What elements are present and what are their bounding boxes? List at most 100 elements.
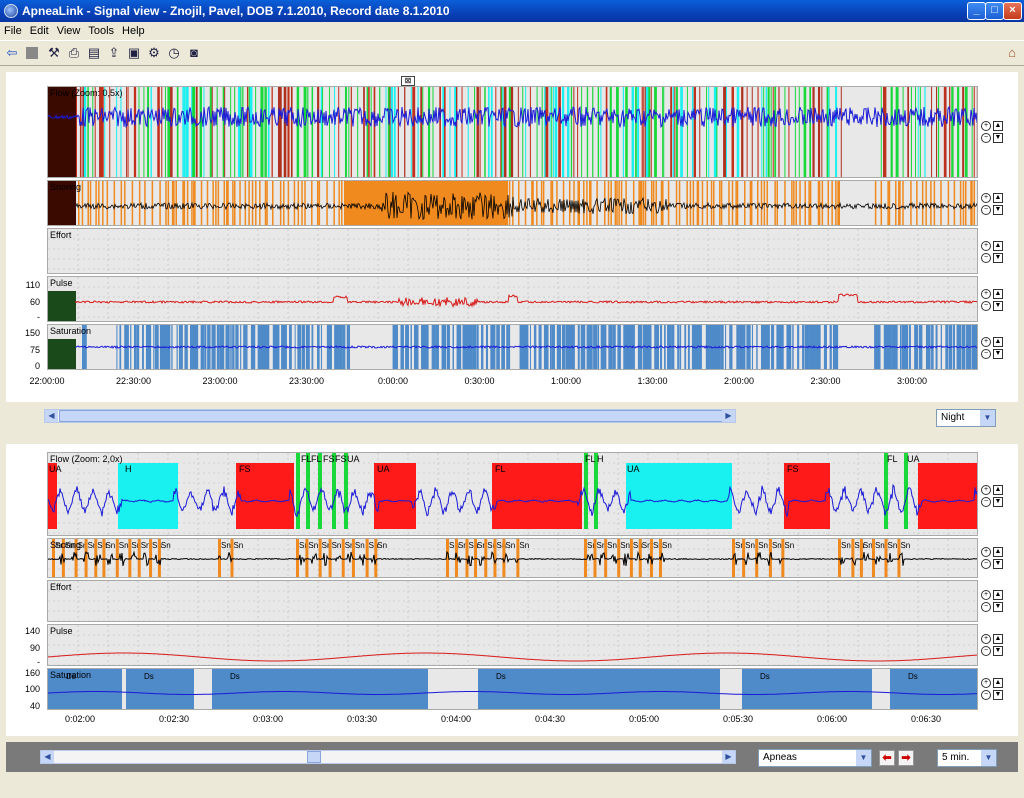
menu-edit[interactable]: Edit <box>30 25 49 37</box>
move-up-icon[interactable]: ▲ <box>993 193 1003 203</box>
event-marker <box>553 87 555 177</box>
menu-file[interactable]: File <box>4 25 22 37</box>
move-up-icon[interactable]: ▲ <box>993 485 1003 495</box>
zoom-in-icon[interactable]: + <box>981 485 991 495</box>
export-icon[interactable]: ⇪ <box>106 45 122 61</box>
move-down-icon[interactable]: ▼ <box>993 253 1003 263</box>
detail-saturation-track[interactable]: Saturation Ds Ds Ds Ds Ds Ds <box>47 668 978 710</box>
zoom-out-icon[interactable]: − <box>981 559 991 569</box>
event-marker <box>287 87 290 177</box>
move-down-icon[interactable]: ▼ <box>993 301 1003 311</box>
scroll-right-icon[interactable]: ▶ <box>722 751 735 763</box>
close-button[interactable]: × <box>1003 2 1022 20</box>
overview-snoring-track[interactable]: Snoring <box>47 180 978 226</box>
previous-event-button[interactable]: ⬅ <box>879 750 895 766</box>
zoom-in-icon[interactable]: + <box>981 337 991 347</box>
zoom-in-icon[interactable]: + <box>981 121 991 131</box>
scroll-right-icon[interactable]: ▶ <box>722 410 735 422</box>
desaturation-marker <box>478 669 720 709</box>
move-down-icon[interactable]: ▼ <box>993 559 1003 569</box>
zoom-in-icon[interactable]: + <box>981 241 991 251</box>
move-down-icon[interactable]: ▼ <box>993 602 1003 612</box>
zoom-out-icon[interactable]: − <box>981 301 991 311</box>
zoom-out-icon[interactable]: − <box>981 205 991 215</box>
menu-view[interactable]: View <box>57 25 81 37</box>
print-icon[interactable]: ⎙ <box>66 45 82 61</box>
move-up-icon[interactable]: ▲ <box>993 678 1003 688</box>
chevron-down-icon[interactable]: ▼ <box>980 410 995 426</box>
move-down-icon[interactable]: ▼ <box>993 205 1003 215</box>
move-up-icon[interactable]: ▲ <box>993 337 1003 347</box>
move-down-icon[interactable]: ▼ <box>993 690 1003 700</box>
zoom-out-icon[interactable]: − <box>981 133 991 143</box>
chevron-down-icon[interactable]: ▼ <box>856 750 871 766</box>
move-down-icon[interactable]: ▼ <box>993 349 1003 359</box>
respiratory-event <box>296 453 300 529</box>
move-up-icon[interactable]: ▲ <box>993 634 1003 644</box>
scrollbar-thumb[interactable] <box>307 751 321 763</box>
detail-effort-track[interactable]: Effort <box>47 580 978 622</box>
menu-help[interactable]: Help <box>122 25 145 37</box>
zoom-in-icon[interactable]: + <box>981 590 991 600</box>
zoom-out-icon[interactable]: − <box>981 690 991 700</box>
zoom-in-icon[interactable]: + <box>981 547 991 557</box>
zoom-in-icon[interactable]: + <box>981 289 991 299</box>
move-down-icon[interactable]: ▼ <box>993 497 1003 507</box>
collapse-icon[interactable]: ⊠ <box>401 76 415 86</box>
overview-saturation-track[interactable]: Saturation <box>47 324 978 370</box>
zoom-in-icon[interactable]: + <box>981 193 991 203</box>
home-icon[interactable]: ⌂ <box>1004 45 1020 61</box>
wrench-icon[interactable]: ⚒ <box>46 45 62 61</box>
detail-flow-track[interactable]: Flow (Zoom: 2,0x) UA H FS FL FL FS FS UA UA FL FL H… <box>47 452 978 536</box>
move-up-icon[interactable]: ▲ <box>993 121 1003 131</box>
event-marker <box>138 87 140 177</box>
scrollbar-thumb[interactable] <box>59 410 723 422</box>
settings-icon[interactable]: ⚙ <box>146 45 162 61</box>
overview-pulse-track[interactable]: Pulse <box>47 276 978 322</box>
zoom-out-icon[interactable]: − <box>981 497 991 507</box>
maximize-button[interactable]: □ <box>985 2 1004 20</box>
scroll-left-icon[interactable]: ◀ <box>45 410 58 422</box>
menu-tools[interactable]: Tools <box>88 25 114 37</box>
event-select[interactable]: Apneas ▼ <box>758 749 872 767</box>
zoom-in-icon[interactable]: + <box>981 634 991 644</box>
event-marker <box>503 87 507 177</box>
overview-flow-track[interactable]: Flow (Zoom: 0,5x) <box>47 86 978 178</box>
move-up-icon[interactable]: ▲ <box>993 241 1003 251</box>
monitor-icon[interactable]: ▣ <box>126 45 142 61</box>
event-marker <box>389 87 391 177</box>
zoom-out-icon[interactable]: − <box>981 349 991 359</box>
scroll-left-icon[interactable]: ◀ <box>41 751 54 763</box>
minimize-button[interactable]: _ <box>967 2 986 20</box>
range-select[interactable]: Night ▼ <box>936 409 996 427</box>
move-up-icon[interactable]: ▲ <box>993 289 1003 299</box>
move-up-icon[interactable]: ▲ <box>993 590 1003 600</box>
camera-icon[interactable]: ◙ <box>186 45 202 61</box>
next-event-button[interactable]: ➡ <box>898 750 914 766</box>
overview-effort-track[interactable]: Effort <box>47 228 978 274</box>
detail-pulse-track[interactable]: Pulse <box>47 624 978 666</box>
report-icon[interactable]: ▤ <box>86 45 102 61</box>
overview-scrollbar[interactable]: ◀ ▶ <box>44 409 736 423</box>
event-marker <box>828 87 830 177</box>
title-bar: ApneaLink - Signal view - Znojil, Pavel,… <box>0 0 1024 22</box>
chevron-down-icon[interactable]: ▼ <box>981 750 996 766</box>
zoom-out-icon[interactable]: − <box>981 253 991 263</box>
snore-marker <box>255 181 257 225</box>
snore-marker <box>578 181 580 225</box>
detail-snoring-track[interactable]: Snoring Sn Sn Sn Sn Sn Sn Sn Sn Sn Sn Sn Sn Sn Sn Sn Sn… <box>47 538 978 578</box>
move-down-icon[interactable]: ▼ <box>993 133 1003 143</box>
window-select[interactable]: 5 min. ▼ <box>937 749 997 767</box>
detail-scrollbar[interactable]: ◀ ▶ <box>40 750 736 764</box>
event-marker <box>561 87 565 177</box>
clock-icon[interactable]: ◷ <box>166 45 182 61</box>
move-down-icon[interactable]: ▼ <box>993 646 1003 656</box>
snore-marker <box>760 181 763 225</box>
event-marker <box>224 87 226 177</box>
zoom-in-icon[interactable]: + <box>981 678 991 688</box>
back-arrow-icon[interactable]: ⇦ <box>4 45 20 61</box>
zoom-out-icon[interactable]: − <box>981 646 991 656</box>
stop-icon[interactable] <box>26 47 38 59</box>
move-up-icon[interactable]: ▲ <box>993 547 1003 557</box>
zoom-out-icon[interactable]: − <box>981 602 991 612</box>
